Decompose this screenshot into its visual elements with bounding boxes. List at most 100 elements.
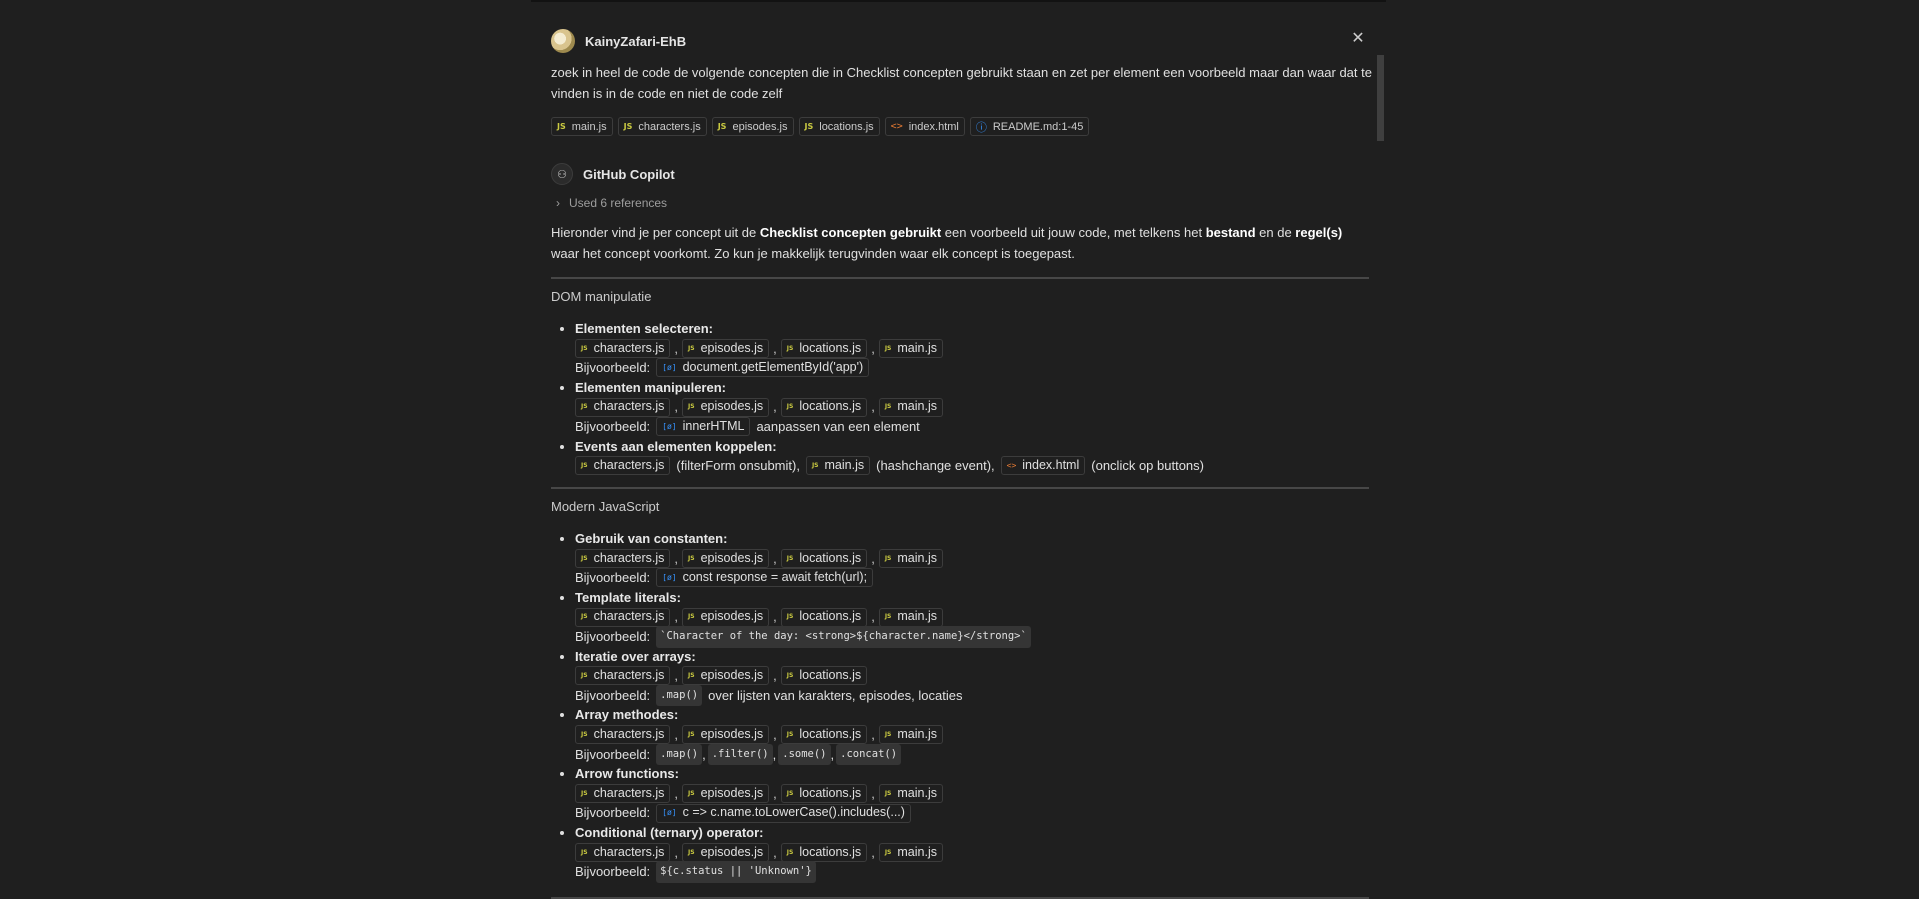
example-line: Bijvoorbeeld: ${c.status || 'Unknown'} [575,861,1395,883]
concept-title: Elementen manipuleren: [575,379,726,395]
file-reference-chip[interactable]: JS main.js [878,842,943,862]
file-reference-chip[interactable]: JS locations.js [780,842,868,862]
intro-text: en de [1255,225,1296,240]
js-icon: JS [786,613,794,621]
divider [551,487,1369,489]
js-icon: JS [884,403,892,411]
file-reference-chip[interactable]: JS characters.js [575,397,671,417]
chat-panel: KainyZafari-EhB ✕ zoek in heel de code d… [0,0,1919,899]
concept-title: Conditional (ternary) operator: [575,824,764,840]
concept-title: Template literals: [575,589,681,605]
separator: , [830,746,835,762]
file-name: main.js [897,609,937,624]
file-name: characters.js [593,550,665,565]
intro-bold: Checklist concepten gebruikt [759,225,942,240]
intro-text: waar het concept voorkomt. Zo kun je mak… [551,246,1075,261]
separator: , [773,726,777,742]
file-list: JS characters.js, JS episodes.js, JS location… [575,607,1395,627]
references-toggle[interactable]: › Used 6 references [556,196,667,210]
js-icon: JS [581,344,588,352]
avatar [551,29,575,53]
js-icon: JS [786,730,794,738]
js-icon: JS [581,672,588,680]
file-reference-chip[interactable]: JS characters.js [575,784,671,804]
file-reference-chip[interactable]: JS episodes.js [682,548,770,568]
js-icon: JS [804,122,814,131]
attachment-chip[interactable]: JS locations.js [798,117,880,136]
file-reference-chip[interactable]: JS episodes.js [682,397,770,417]
inline-code: `Character of the day: <strong>${charact… [656,625,1031,648]
file-reference-chip[interactable]: JS locations.js [780,725,868,745]
example-line: Bijvoorbeeld: `Character of the day: <str… [575,625,1395,648]
file-reference-chip[interactable]: JS characters.js [575,548,671,568]
symbol-icon: [ø] [662,808,677,818]
separator: , [871,609,875,625]
symbol-chip[interactable]: [ø] const response = await fetch(url); [656,568,874,588]
attachment-chip[interactable]: JS main.js [551,117,613,136]
file-reference-chip[interactable]: JS characters.js [575,842,671,862]
file-reference-chip[interactable]: JS characters.js [575,456,671,476]
attachment-chip[interactable]: ⓘ README.md:1-45 [969,117,1090,136]
file-reference-chip[interactable]: JS characters.js [575,607,671,627]
inline-code: .filter() [707,743,773,766]
file-name: episodes.js [700,726,764,741]
file-reference-chip[interactable]: JS locations.js [780,397,868,417]
file-reference-chip[interactable]: JS main.js [878,548,943,568]
event-note: (filterForm onsubmit), [676,458,800,474]
file-reference-chip[interactable]: JS characters.js [575,725,671,745]
file-reference-chip[interactable]: JS main.js [805,456,871,476]
file-reference-chip[interactable]: JS episodes.js [682,725,770,745]
user-message-header: KainyZafari-EhB [551,29,686,53]
file-reference-chip[interactable]: JS main.js [878,784,943,804]
file-reference-chip[interactable]: JS characters.js [575,666,671,686]
file-name: index.html [1022,458,1080,473]
file-reference-chip[interactable]: JS main.js [878,607,943,627]
separator: , [773,550,777,566]
symbol-chip[interactable]: [ø] document.getElementById('app') [656,358,870,378]
file-reference-chip[interactable]: JS locations.js [780,607,868,627]
file-reference-chip[interactable]: JS locations.js [780,338,868,358]
separator: , [674,668,679,684]
file-reference-chip[interactable]: JS episodes.js [682,784,770,804]
attachment-chip[interactable]: <> index.html [884,117,965,136]
file-reference-chip[interactable]: JS main.js [878,725,943,745]
file-name: main.js [824,458,865,473]
js-icon: JS [786,672,794,680]
close-icon[interactable]: ✕ [1350,31,1366,47]
file-name: locations.js [799,844,862,859]
attachment-chip[interactable]: JS characters.js [617,117,707,136]
file-reference-chip[interactable]: JS episodes.js [682,842,770,862]
html-icon: <> [1006,461,1017,471]
example-label: Bijvoorbeeld: [575,628,651,644]
file-reference-chip[interactable]: JS locations.js [780,548,868,568]
file-name: main.js [897,399,937,414]
attachment-label: characters.js [638,120,701,133]
attachment-chip[interactable]: JS episodes.js [711,117,794,136]
example-label: Bijvoorbeeld: [575,864,651,880]
file-reference-chip[interactable]: JS characters.js [575,338,671,358]
separator: , [702,746,706,762]
intro-text: Hieronder vind je per concept uit de [551,225,760,240]
list-item: Elementen selecteren: JS characters.js, JS e… [575,319,1395,378]
file-reference-chip[interactable]: JS locations.js [780,666,868,686]
js-icon: JS [688,730,695,738]
file-reference-chip[interactable]: JS episodes.js [682,338,770,358]
file-reference-chip[interactable]: JS main.js [878,338,943,358]
file-reference-chip[interactable]: JS main.js [878,397,943,417]
file-name: characters.js [593,844,665,859]
inline-code: .some() [778,743,831,766]
js-icon: JS [688,554,695,562]
symbol-chip[interactable]: [ø] c => c.name.toLowerCase().includes(..… [656,803,911,823]
concept-title: Arrow functions: [575,766,679,782]
file-reference-chip[interactable]: JS episodes.js [682,607,770,627]
symbol-chip[interactable]: [ø] innerHTML [656,417,751,437]
separator: , [674,726,679,742]
js-icon: JS [581,462,588,470]
file-name: characters.js [593,609,665,624]
file-name: locations.js [799,340,862,355]
list-item: Iteratie over arrays: JS characters.js, JS e… [575,647,1395,707]
file-reference-chip[interactable]: <> index.html [1000,456,1086,476]
file-reference-chip[interactable]: JS episodes.js [682,666,770,686]
file-reference-chip[interactable]: JS locations.js [780,784,868,804]
scrollbar-thumb[interactable] [1377,55,1384,141]
